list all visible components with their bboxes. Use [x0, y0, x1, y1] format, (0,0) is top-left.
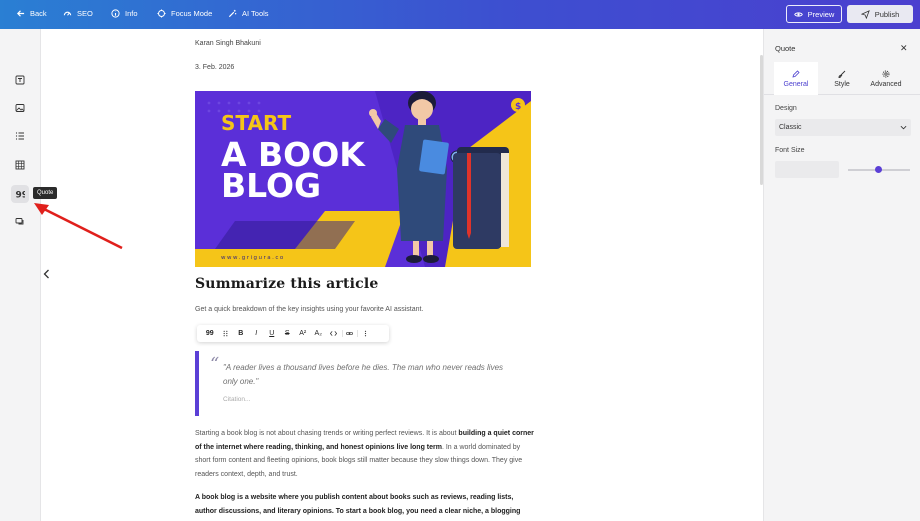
- font-size-slider-thumb[interactable]: [875, 166, 882, 173]
- article-paragraph-2[interactable]: A book blog is a website where you publi…: [195, 491, 535, 518]
- tab-style[interactable]: Style: [820, 62, 864, 95]
- gauge-icon: [63, 11, 72, 16]
- link-button[interactable]: [341, 330, 358, 337]
- design-label: Design: [775, 105, 797, 112]
- table-icon[interactable]: [11, 156, 29, 174]
- article-heading: Summarize this article: [195, 276, 379, 292]
- collapse-sidebar-button[interactable]: [40, 263, 52, 285]
- italic-label: I: [255, 330, 258, 337]
- design-value: Classic: [779, 124, 802, 131]
- publish-button[interactable]: Publish: [847, 5, 913, 23]
- text-block-icon[interactable]: [11, 71, 29, 89]
- design-select[interactable]: Classic: [775, 119, 911, 136]
- underline-button[interactable]: U: [264, 330, 280, 337]
- tab-advanced-label: Advanced: [870, 80, 902, 88]
- close-icon[interactable]: ✕: [900, 43, 908, 54]
- brush-icon: [838, 70, 846, 78]
- info-icon: [111, 9, 120, 18]
- block-sidebar: 99: [0, 29, 41, 521]
- book-illustration: [453, 147, 509, 249]
- gear-icon: [882, 70, 890, 77]
- image-icon[interactable]: [11, 99, 29, 117]
- quote-type-icon: 99: [205, 330, 214, 337]
- more-options-button[interactable]: [357, 330, 373, 337]
- quote-tooltip: Quote: [33, 187, 58, 199]
- info-button[interactable]: Info: [111, 9, 138, 18]
- preview-label: Preview: [807, 9, 835, 19]
- more-icon: [364, 330, 366, 337]
- seo-button[interactable]: SEO: [63, 9, 93, 18]
- quote-icon[interactable]: 99: [11, 185, 29, 203]
- citation-field[interactable]: Citation...: [223, 396, 250, 403]
- para2-bold: A book blog is a website where you publi…: [195, 494, 521, 515]
- panel-tabs: General Style Advanced: [764, 62, 920, 95]
- superscript-label: A²: [299, 330, 307, 337]
- chevron-down-icon: [900, 125, 907, 130]
- strikethrough-button[interactable]: S: [280, 330, 296, 337]
- author-name: Karan Singh Bhakuni: [195, 40, 261, 47]
- tab-general-label: General: [783, 80, 809, 88]
- tab-general[interactable]: General: [774, 62, 818, 95]
- ai-tools-label: AI Tools: [242, 9, 269, 18]
- code-icon: [330, 331, 338, 336]
- svg-text:$: $: [515, 102, 521, 112]
- strikethrough-label: S: [284, 330, 290, 337]
- tab-style-label: Style: [834, 80, 850, 88]
- focus-mode-label: Focus Mode: [171, 9, 213, 18]
- back-button[interactable]: Back: [16, 9, 47, 18]
- format-toolbar: 99 B I U S A² A₂: [197, 325, 389, 342]
- quote-mark-icon: “: [210, 354, 220, 375]
- comments-icon[interactable]: [11, 213, 29, 231]
- code-button[interactable]: [326, 330, 342, 337]
- ai-tools-button[interactable]: AI Tools: [228, 9, 269, 18]
- italic-button[interactable]: I: [249, 330, 265, 337]
- svg-text:99: 99: [16, 191, 26, 200]
- subscript-label: A₂: [314, 330, 322, 337]
- hero-image[interactable]: START A BOOK BLOG www.grigura.co $: [195, 91, 531, 267]
- chevron-left-icon: [43, 269, 49, 279]
- para1-text-a: Starting a book blog is not about chasin…: [195, 430, 459, 437]
- eye-icon: [793, 11, 803, 17]
- font-size-label: Font Size: [775, 147, 805, 154]
- list-icon[interactable]: [11, 127, 29, 145]
- bold-label: B: [238, 330, 244, 337]
- quote-block[interactable]: “ "A reader lives a thousand lives befor…: [195, 351, 521, 416]
- send-icon: [860, 9, 870, 19]
- publish-date: 3. Feb. 2026: [195, 64, 235, 71]
- red-arrow-annotation: [34, 203, 123, 250]
- article-subtext: Get a quick breakdown of the key insight…: [195, 306, 424, 313]
- hero-line-3: BLOG: [221, 166, 321, 205]
- bold-button[interactable]: B: [233, 330, 249, 337]
- top-bar: Back SEO Info Focus Mode AI Tools Previe…: [0, 0, 920, 29]
- focus-icon: [157, 9, 166, 18]
- hero-line-1: START: [221, 111, 291, 135]
- article-paragraph-1[interactable]: Starting a book blog is not about chasin…: [195, 427, 535, 481]
- info-label: Info: [125, 9, 138, 18]
- magic-wand-icon: [228, 9, 237, 18]
- quote-type-button[interactable]: 99: [202, 330, 218, 337]
- focus-mode-button[interactable]: Focus Mode: [157, 9, 212, 18]
- seo-label: SEO: [77, 9, 93, 18]
- tab-advanced[interactable]: Advanced: [864, 62, 908, 95]
- link-icon: [346, 332, 354, 335]
- drag-handle-icon[interactable]: [218, 330, 234, 337]
- superscript-button[interactable]: A²: [295, 330, 311, 337]
- preview-button[interactable]: Preview: [786, 5, 842, 23]
- hero-url: www.grigura.co: [221, 255, 285, 261]
- block-settings-panel: Quote ✕ General Style Advanced Design Cl…: [763, 29, 920, 521]
- pencil-icon: [792, 69, 800, 78]
- panel-title: Quote: [775, 44, 796, 53]
- quote-text[interactable]: "A reader lives a thousand lives before …: [223, 361, 513, 389]
- subscript-button[interactable]: A₂: [311, 330, 327, 337]
- arrow-left-icon: [16, 10, 25, 17]
- underline-label: U: [269, 330, 275, 337]
- back-label: Back: [30, 9, 47, 18]
- font-size-input[interactable]: [775, 161, 839, 178]
- publish-label: Publish: [874, 9, 900, 19]
